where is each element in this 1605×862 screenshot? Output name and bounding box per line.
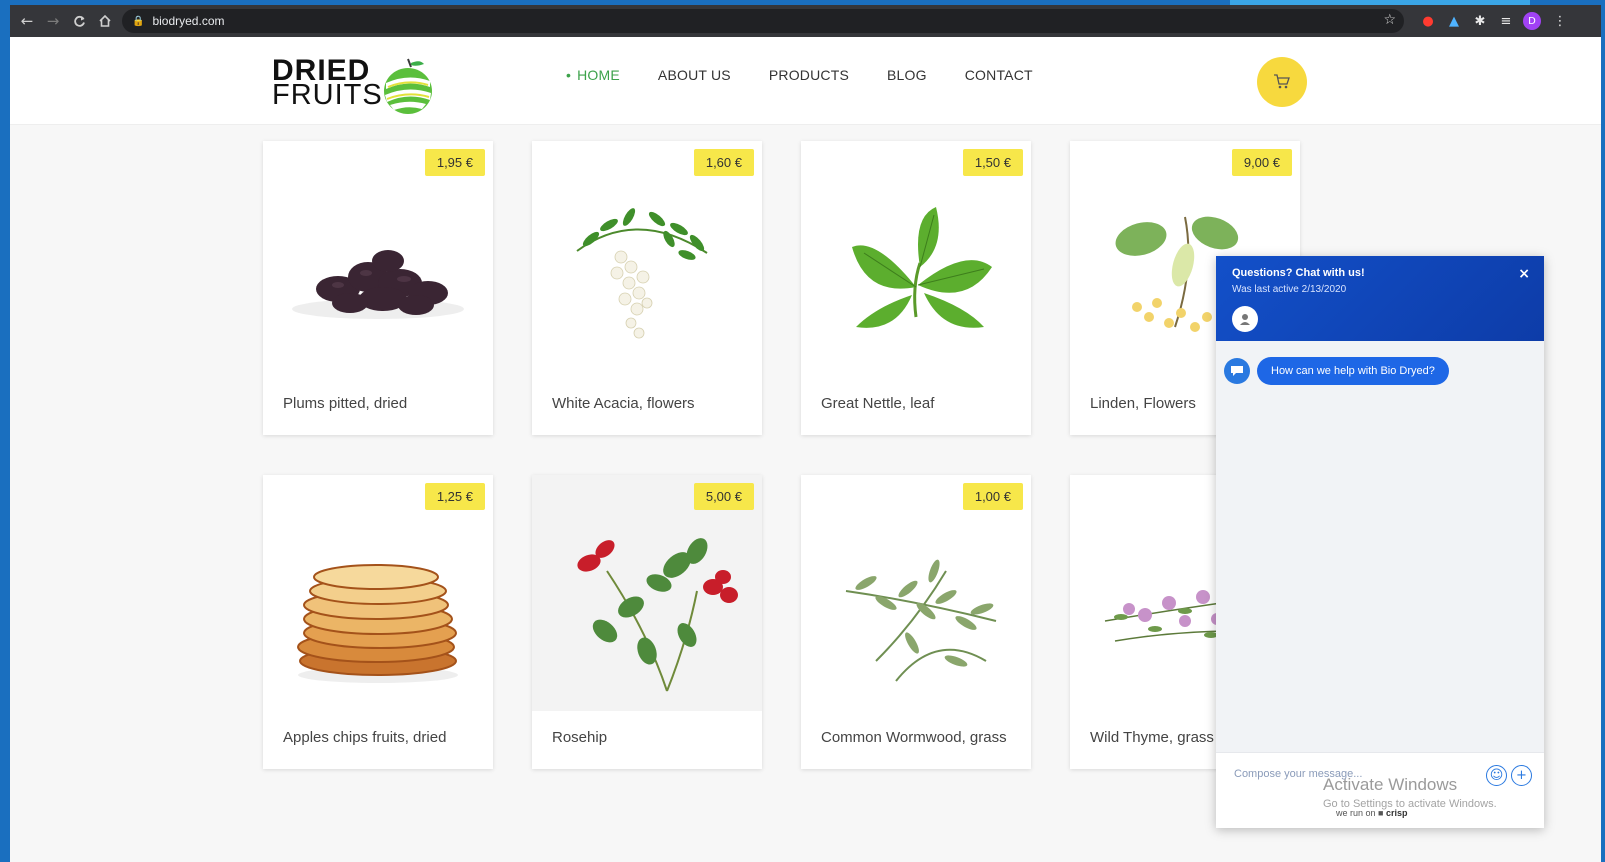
product-card[interactable]: 1,00 € Common Wormwood, grass [801, 475, 1031, 769]
chat-last-active: Was last active 2/13/2020 [1232, 284, 1347, 295]
reload-icon[interactable] [66, 8, 92, 34]
url-text: biodryed.com [152, 14, 225, 28]
back-arrow-icon[interactable]: ← [14, 8, 40, 34]
extension-drop-icon[interactable]: ▲ [1444, 11, 1464, 31]
cart-icon [1274, 74, 1290, 89]
menu-contact[interactable]: CONTACT [965, 67, 1033, 83]
menu-blog[interactable]: BLOG [887, 67, 927, 83]
lock-icon: 🔒 [132, 15, 145, 27]
logo-text-fruits: FRUITS [272, 79, 383, 111]
forward-arrow-icon[interactable]: → [40, 8, 66, 34]
product-card[interactable]: 1,25 € Apples chips fruits, dried [263, 475, 493, 769]
compose-actions: ☺ + [1486, 765, 1532, 786]
product-name[interactable]: Apples chips fruits, dried [283, 729, 446, 746]
product-name[interactable]: Plums pitted, dried [283, 395, 407, 412]
bookmark-star-icon[interactable]: ☆ [1383, 12, 1396, 28]
product-name[interactable]: Great Nettle, leaf [821, 395, 934, 412]
site-header: DRIED FRUITS HOME ABOUT US PRODUCTS BLOG [10, 37, 1601, 125]
menu-about-us[interactable]: ABOUT US [658, 67, 731, 83]
chat-bubble-icon [1224, 358, 1250, 384]
close-icon[interactable]: × [1518, 266, 1530, 282]
chat-header: Questions? Chat with us! Was last active… [1216, 256, 1544, 341]
site-logo[interactable]: DRIED FRUITS [272, 51, 442, 114]
operator-avatar [1232, 306, 1258, 332]
dried-plums-image [292, 250, 464, 319]
menu-home[interactable]: HOME [566, 67, 620, 83]
desktop-background: ← → 🔒 biodryed.com ☆ ● ▲ ✱ ≡ D ⋮ DRIED F… [0, 0, 1605, 862]
product-name[interactable]: White Acacia, flowers [552, 395, 695, 412]
rosehip-image [577, 538, 738, 692]
menu-products[interactable]: PRODUCTS [769, 67, 849, 83]
price-tag: 1,50 € [962, 149, 1023, 176]
wormwood-image [845, 559, 997, 682]
product-name[interactable]: Common Wormwood, grass [821, 729, 1007, 746]
reading-list-icon[interactable]: ≡ [1496, 11, 1516, 31]
windows-activation-subtitle: Go to Settings to activate Windows. [1323, 798, 1497, 810]
address-bar[interactable]: 🔒 biodryed.com ☆ [122, 9, 1404, 33]
product-name[interactable]: Rosehip [552, 729, 607, 746]
price-tag: 1,60 € [693, 149, 754, 176]
product-name[interactable]: Wild Thyme, grass [1090, 729, 1214, 746]
browser-toolbar: ← → 🔒 biodryed.com ☆ ● ▲ ✱ ≡ D ⋮ [10, 5, 1601, 37]
emoji-icon[interactable]: ☺ [1486, 765, 1507, 786]
extensions-puzzle-icon[interactable]: ✱ [1470, 11, 1490, 31]
price-tag: 1,00 € [962, 483, 1023, 510]
browser-window: ← → 🔒 biodryed.com ☆ ● ▲ ✱ ≡ D ⋮ DRIED F… [10, 5, 1601, 862]
chat-title: Questions? Chat with us! [1232, 267, 1365, 279]
browser-menu-icon[interactable]: ⋮ [1550, 11, 1570, 31]
acacia-flowers-image [576, 208, 708, 339]
nettle-leaf-image [852, 207, 992, 328]
price-tag: 5,00 € [693, 483, 754, 510]
main-menu: HOME ABOUT US PRODUCTS BLOG CONTACT [566, 67, 1071, 83]
price-tag: 9,00 € [1231, 149, 1292, 176]
product-name[interactable]: Linden, Flowers [1090, 395, 1196, 412]
cart-button[interactable] [1257, 57, 1307, 107]
add-attachment-icon[interactable]: + [1511, 765, 1532, 786]
product-card[interactable]: 1,95 € Plums pitted, dried [263, 141, 493, 435]
product-card[interactable]: 5,00 € Rosehip [532, 475, 762, 769]
profile-avatar[interactable]: D [1523, 12, 1541, 30]
price-tag: 1,25 € [424, 483, 485, 510]
product-card[interactable]: 1,60 € White Acacia, flowers [532, 141, 762, 435]
user-icon [1240, 314, 1250, 325]
price-tag: 1,95 € [424, 149, 485, 176]
product-card[interactable]: 1,50 € Great Nettle, leaf [801, 141, 1031, 435]
extension-red-icon[interactable]: ● [1418, 11, 1438, 31]
chat-widget: Questions? Chat with us! Was last active… [1216, 256, 1544, 828]
windows-activation-title: Activate Windows [1323, 775, 1458, 794]
home-icon[interactable] [92, 8, 118, 34]
logo-fruit-icon [384, 58, 432, 114]
apple-chips-image [297, 564, 458, 683]
chat-message: How can we help with Bio Dryed? [1257, 357, 1449, 385]
